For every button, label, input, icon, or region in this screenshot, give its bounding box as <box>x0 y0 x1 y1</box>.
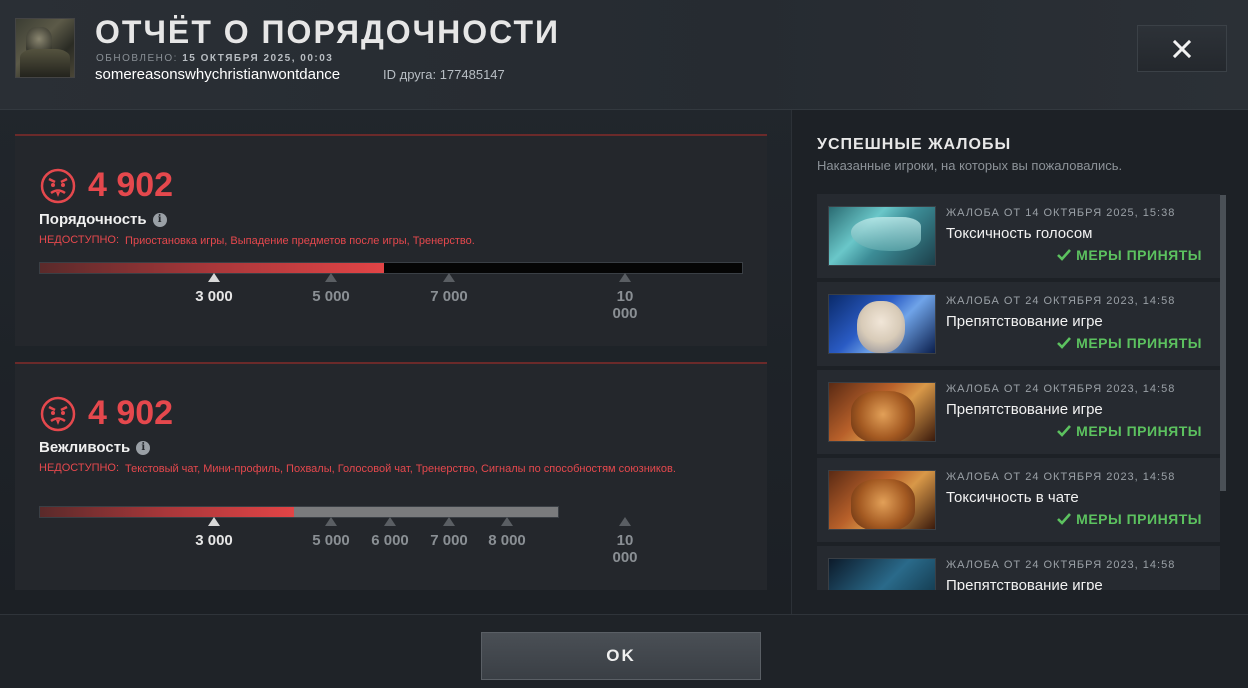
page-title: ОТЧЁТ О ПОРЯДОЧНОСТИ <box>95 14 561 50</box>
politeness-label-row: Вежливость i <box>39 439 151 456</box>
tick-label: 10 000 <box>612 288 638 322</box>
reports-list[interactable]: ЖАЛОБА ОТ 14 ОКТЯБРЯ 2025, 15:38 Токсично… <box>817 194 1228 590</box>
tick-marker <box>208 273 220 282</box>
header: ОТЧЁТ О ПОРЯДОЧНОСТИ ОБНОВЛЕНО: 15 ОКТЯБ… <box>0 0 1248 110</box>
updated-info: ОБНОВЛЕНО: 15 ОКТЯБРЯ 2025, 00:03 <box>96 53 333 64</box>
report-card[interactable]: ЖАЛОБА ОТ 24 ОКТЯБРЯ 2023, 14:58 Препятст… <box>817 546 1220 590</box>
tick-label: 3 000 <box>195 288 233 305</box>
updated-label: ОБНОВЛЕНО: <box>96 53 178 64</box>
checkmark-icon <box>1057 425 1072 437</box>
tick-marker <box>325 517 337 526</box>
unavailable-label: НЕДОСТУПНО: <box>39 462 120 474</box>
hero-portrait <box>828 382 936 442</box>
tick-marker <box>619 517 631 526</box>
reports-scrollbar[interactable] <box>1220 195 1226 491</box>
tick-label: 5 000 <box>312 532 350 549</box>
report-date: ЖАЛОБА ОТ 24 ОКТЯБРЯ 2023, 14:58 <box>946 383 1176 395</box>
conduct-label: Порядочность <box>39 211 147 228</box>
checkmark-icon <box>1057 249 1072 261</box>
unavailable-text: Текстовый чат, Мини-профиль, Похвалы, Го… <box>125 463 676 475</box>
politeness-panel: 4 902 Вежливость i НЕДОСТУПНО: Текстовый… <box>15 362 767 590</box>
report-card[interactable]: ЖАЛОБА ОТ 24 ОКТЯБРЯ 2023, 14:58 Препятст… <box>817 370 1220 454</box>
updated-value: 15 ОКТЯБРЯ 2025, 00:03 <box>182 53 334 64</box>
angry-face-icon <box>40 396 76 432</box>
report-date: ЖАЛОБА ОТ 24 ОКТЯБРЯ 2023, 14:58 <box>946 295 1176 307</box>
checkmark-icon <box>1057 513 1072 525</box>
report-reason: Токсичность голосом <box>946 225 1093 242</box>
conduct-report-dialog: ОТЧЁТ О ПОРЯДОЧНОСТИ ОБНОВЛЕНО: 15 ОКТЯБ… <box>0 0 1248 688</box>
tick-marker <box>501 517 513 526</box>
tick-marker <box>443 273 455 282</box>
info-icon[interactable]: i <box>136 440 151 455</box>
conduct-label-row: Порядочность i <box>39 211 167 228</box>
conduct-progress-fill <box>40 263 384 273</box>
conduct-score: 4 902 <box>88 166 174 204</box>
report-status-label: МЕРЫ ПРИНЯТЫ <box>1076 247 1202 263</box>
tick-marker <box>619 273 631 282</box>
conduct-panel: 4 902 Порядочность i НЕДОСТУПНО: Приоста… <box>15 134 767 346</box>
report-card[interactable]: ЖАЛОБА ОТ 14 ОКТЯБРЯ 2025, 15:38 Токсично… <box>817 194 1220 278</box>
hero-portrait <box>828 206 936 266</box>
tick-label: 10 000 <box>612 532 638 566</box>
tick-marker <box>208 517 220 526</box>
report-card[interactable]: ЖАЛОБА ОТ 24 ОКТЯБРЯ 2023, 14:58 Препятст… <box>817 282 1220 366</box>
info-icon[interactable]: i <box>152 212 167 227</box>
tick-label: 6 000 <box>371 532 409 549</box>
reports-title: УСПЕШНЫЕ ЖАЛОБЫ <box>817 136 1012 153</box>
report-date: ЖАЛОБА ОТ 14 ОКТЯБРЯ 2025, 15:38 <box>946 207 1176 219</box>
footer: OK <box>0 614 1248 688</box>
close-icon <box>1172 39 1192 58</box>
reports-subtitle: Наказанные игроки, на которых вы пожалов… <box>817 158 1123 173</box>
hero-portrait <box>828 558 936 590</box>
politeness-score: 4 902 <box>88 394 174 432</box>
report-card[interactable]: ЖАЛОБА ОТ 24 ОКТЯБРЯ 2023, 14:58 Токсично… <box>817 458 1220 542</box>
report-status-label: МЕРЫ ПРИНЯТЫ <box>1076 335 1202 351</box>
tick-label: 5 000 <box>312 288 350 305</box>
hero-portrait <box>828 294 936 354</box>
tick-label: 7 000 <box>430 288 468 305</box>
politeness-label: Вежливость <box>39 439 131 456</box>
tick-label: 3 000 <box>195 532 233 549</box>
unavailable-label: НЕДОСТУПНО: <box>39 234 120 246</box>
report-status-label: МЕРЫ ПРИНЯТЫ <box>1076 423 1202 439</box>
avatar <box>15 18 75 78</box>
politeness-progress-fill <box>40 507 294 517</box>
report-date: ЖАЛОБА ОТ 24 ОКТЯБРЯ 2023, 14:58 <box>946 559 1176 571</box>
report-status: МЕРЫ ПРИНЯТЫ <box>1057 335 1202 351</box>
tick-label: 7 000 <box>430 532 468 549</box>
username: somereasonswhychristianwontdance <box>95 66 341 83</box>
angry-face-icon <box>40 168 76 204</box>
conduct-unavailable: НЕДОСТУПНО: Приостановка игры, Выпадение… <box>39 234 475 249</box>
conduct-progress-bar <box>39 262 743 274</box>
hero-portrait <box>828 470 936 530</box>
checkmark-icon <box>1057 337 1072 349</box>
report-status: МЕРЫ ПРИНЯТЫ <box>1057 247 1202 263</box>
report-status-label: МЕРЫ ПРИНЯТЫ <box>1076 511 1202 527</box>
ok-button[interactable]: OK <box>481 632 761 680</box>
report-reason: Препятствование игре <box>946 313 1103 330</box>
politeness-progress-bar <box>39 506 559 518</box>
politeness-unavailable: НЕДОСТУПНО: Текстовый чат, Мини-профиль,… <box>39 462 725 477</box>
unavailable-text: Приостановка игры, Выпадение предметов п… <box>125 235 475 247</box>
report-status: МЕРЫ ПРИНЯТЫ <box>1057 511 1202 527</box>
reports-panel: УСПЕШНЫЕ ЖАЛОБЫ Наказанные игроки, на ко… <box>791 110 1248 614</box>
report-reason: Токсичность в чате <box>946 489 1079 506</box>
report-reason: Препятствование игре <box>946 577 1103 590</box>
report-date: ЖАЛОБА ОТ 24 ОКТЯБРЯ 2023, 14:58 <box>946 471 1176 483</box>
close-button[interactable] <box>1137 25 1227 72</box>
tick-label: 8 000 <box>488 532 526 549</box>
report-reason: Препятствование игре <box>946 401 1103 418</box>
tick-marker <box>384 517 396 526</box>
report-status: МЕРЫ ПРИНЯТЫ <box>1057 423 1202 439</box>
tick-marker <box>443 517 455 526</box>
friend-id: ID друга: 177485147 <box>383 67 505 82</box>
tick-marker <box>325 273 337 282</box>
